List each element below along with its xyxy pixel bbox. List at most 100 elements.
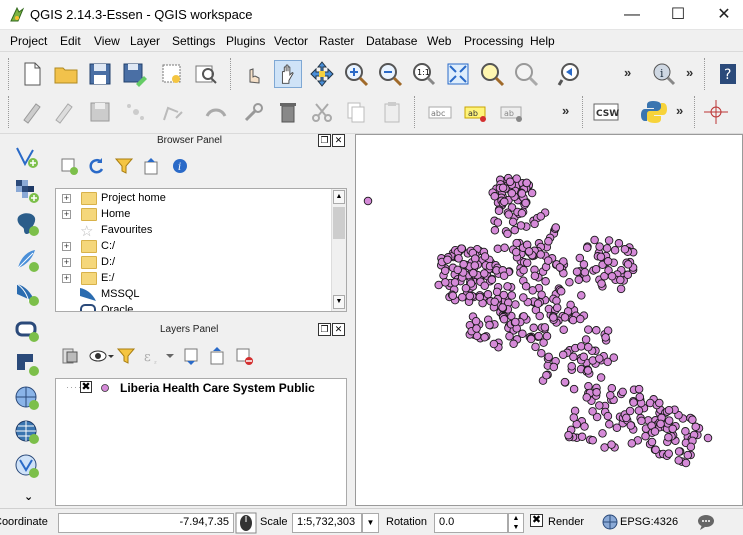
browser-tree[interactable]: + Project home + Home ☆ Favourites + C:/… [55, 188, 347, 312]
zoom-out-icon[interactable] [376, 60, 404, 88]
menu-database[interactable]: Database [366, 34, 417, 48]
browser-scrollbar[interactable]: ▲ ▼ [331, 189, 346, 311]
minimize-button[interactable]: — [609, 0, 655, 30]
menu-help[interactable]: Help [530, 34, 555, 48]
visibility-eye-icon[interactable] [88, 346, 114, 366]
add-wfs-layer-icon[interactable] [13, 452, 41, 480]
menu-settings[interactable]: Settings [172, 34, 215, 48]
menu-processing[interactable]: Processing [464, 34, 523, 48]
coordinate-field[interactable]: -7.94,7.35 [58, 513, 234, 533]
layer-visibility-checkbox[interactable]: ✖ [80, 381, 92, 393]
toolbar-overflow-3[interactable]: » [562, 103, 569, 118]
cut-features-icon[interactable] [308, 98, 336, 126]
toggle-extents-mouse-icon[interactable] [235, 512, 257, 534]
vtoolbar-overflow[interactable]: ⌄ [24, 490, 33, 503]
expand-icon[interactable]: + [62, 258, 71, 267]
add-point-icon[interactable] [122, 98, 150, 126]
label-pin-icon[interactable]: ab [462, 98, 490, 126]
menu-plugins[interactable]: Plugins [226, 34, 265, 48]
menu-layer[interactable]: Layer [130, 34, 160, 48]
move-feature-icon[interactable] [158, 98, 186, 126]
add-wcs-layer-icon[interactable] [13, 418, 41, 446]
add-spatialite-layer-icon[interactable] [13, 246, 41, 274]
layer-style-icon[interactable] [60, 346, 80, 366]
composer-manager-icon[interactable] [192, 60, 220, 88]
tree-item-project-home[interactable]: + Project home [56, 191, 326, 207]
wrench-icon[interactable] [240, 98, 268, 126]
menu-raster[interactable]: Raster [319, 34, 354, 48]
tree-item-e-drive[interactable]: + E:/ [56, 271, 326, 287]
layers-panel-float-button[interactable]: ❐ [318, 323, 331, 336]
add-selected-layers-icon[interactable] [60, 156, 80, 176]
maximize-button[interactable]: ☐ [655, 0, 701, 30]
zoom-to-selection-icon[interactable] [478, 60, 506, 88]
scroll-down-button[interactable]: ▼ [333, 295, 345, 309]
expand-icon[interactable]: + [62, 210, 71, 219]
toggle-editing-icon[interactable] [50, 98, 78, 126]
label-toolbar-abc-icon[interactable]: abc [426, 98, 454, 126]
coordinate-capture-icon[interactable] [702, 98, 730, 126]
layer-row[interactable]: ····· ✖ Liberia Health Care System Publi… [56, 381, 346, 399]
tree-item-oracle[interactable]: Oracle [56, 303, 326, 311]
expand-icon[interactable]: + [62, 242, 71, 251]
add-vector-layer-icon[interactable] [13, 142, 41, 170]
toolbar-overflow-2[interactable]: » [686, 65, 693, 80]
add-oracle-layer-icon[interactable] [13, 316, 41, 344]
toolbar-overflow-1[interactable]: » [624, 65, 631, 80]
tree-item-favourites[interactable]: ☆ Favourites [56, 223, 326, 240]
remove-layer-icon[interactable] [234, 346, 254, 366]
scale-combobox[interactable]: 1:5,732,303 [292, 513, 362, 533]
label-show-hide-icon[interactable]: ab [498, 98, 526, 126]
filter-by-expression-icon[interactable]: ε₂ [142, 346, 176, 366]
menu-view[interactable]: View [94, 34, 120, 48]
crs-globe-icon[interactable] [602, 513, 618, 531]
python-console-icon[interactable] [640, 98, 668, 126]
tree-item-home[interactable]: + Home [56, 207, 326, 223]
save-project-icon[interactable] [86, 60, 114, 88]
csw-metasearch-icon[interactable]: CSW [592, 98, 620, 126]
add-mssql-layer-icon[interactable] [13, 280, 41, 308]
info-icon[interactable]: i [170, 156, 190, 176]
map-points-layer[interactable] [356, 135, 742, 505]
new-project-icon[interactable] [18, 60, 46, 88]
identify-features-icon[interactable]: i [650, 60, 678, 88]
rotation-spinbox[interactable]: 0.0 [434, 513, 508, 533]
node-tool-icon[interactable] [202, 98, 230, 126]
add-db2-layer-icon[interactable] [13, 350, 41, 378]
open-project-icon[interactable] [52, 60, 80, 88]
zoom-in-icon[interactable] [342, 60, 370, 88]
new-print-composer-icon[interactable] [158, 60, 186, 88]
rotation-stepper[interactable]: ▲ ▼ [508, 513, 524, 533]
help-icon[interactable]: ? [714, 60, 742, 88]
collapse-all-icon[interactable] [142, 156, 162, 176]
delete-selected-icon[interactable] [274, 98, 302, 126]
zoom-full-icon[interactable] [444, 60, 472, 88]
save-as-icon[interactable] [120, 60, 148, 88]
tree-item-d-drive[interactable]: + D:/ [56, 255, 326, 271]
scroll-thumb[interactable] [333, 207, 345, 239]
zoom-last-icon[interactable] [556, 60, 584, 88]
pan-to-selection-icon[interactable] [308, 60, 336, 88]
expand-icon[interactable]: + [62, 194, 71, 203]
current-edits-icon[interactable] [18, 98, 46, 126]
scale-dropdown-button[interactable]: ▼ [362, 513, 379, 533]
messages-icon[interactable] [696, 513, 716, 531]
add-wms-layer-icon[interactable] [13, 384, 41, 412]
filter-icon[interactable] [114, 156, 134, 176]
zoom-native-resolution-icon[interactable]: 1:1 [410, 60, 438, 88]
crs-label[interactable]: EPSG:4326 [620, 516, 678, 528]
save-layer-edits-icon[interactable] [86, 98, 114, 126]
render-checkbox[interactable]: ✖ [530, 514, 543, 527]
expand-all-icon[interactable] [182, 346, 202, 366]
paste-features-icon[interactable] [378, 98, 406, 126]
refresh-icon[interactable] [86, 156, 106, 176]
collapse-all-layers-icon[interactable] [208, 346, 228, 366]
add-postgis-layer-icon[interactable] [13, 210, 41, 238]
touch-zoom-icon[interactable] [240, 60, 268, 88]
layers-panel-close-button[interactable]: ✕ [332, 323, 345, 336]
close-window-button[interactable]: ✕ [701, 0, 743, 30]
expand-icon[interactable]: + [62, 274, 71, 283]
toolbar-overflow-4[interactable]: » [676, 103, 683, 118]
zoom-to-layer-icon[interactable] [512, 60, 540, 88]
filter-legend-icon[interactable] [116, 346, 136, 366]
